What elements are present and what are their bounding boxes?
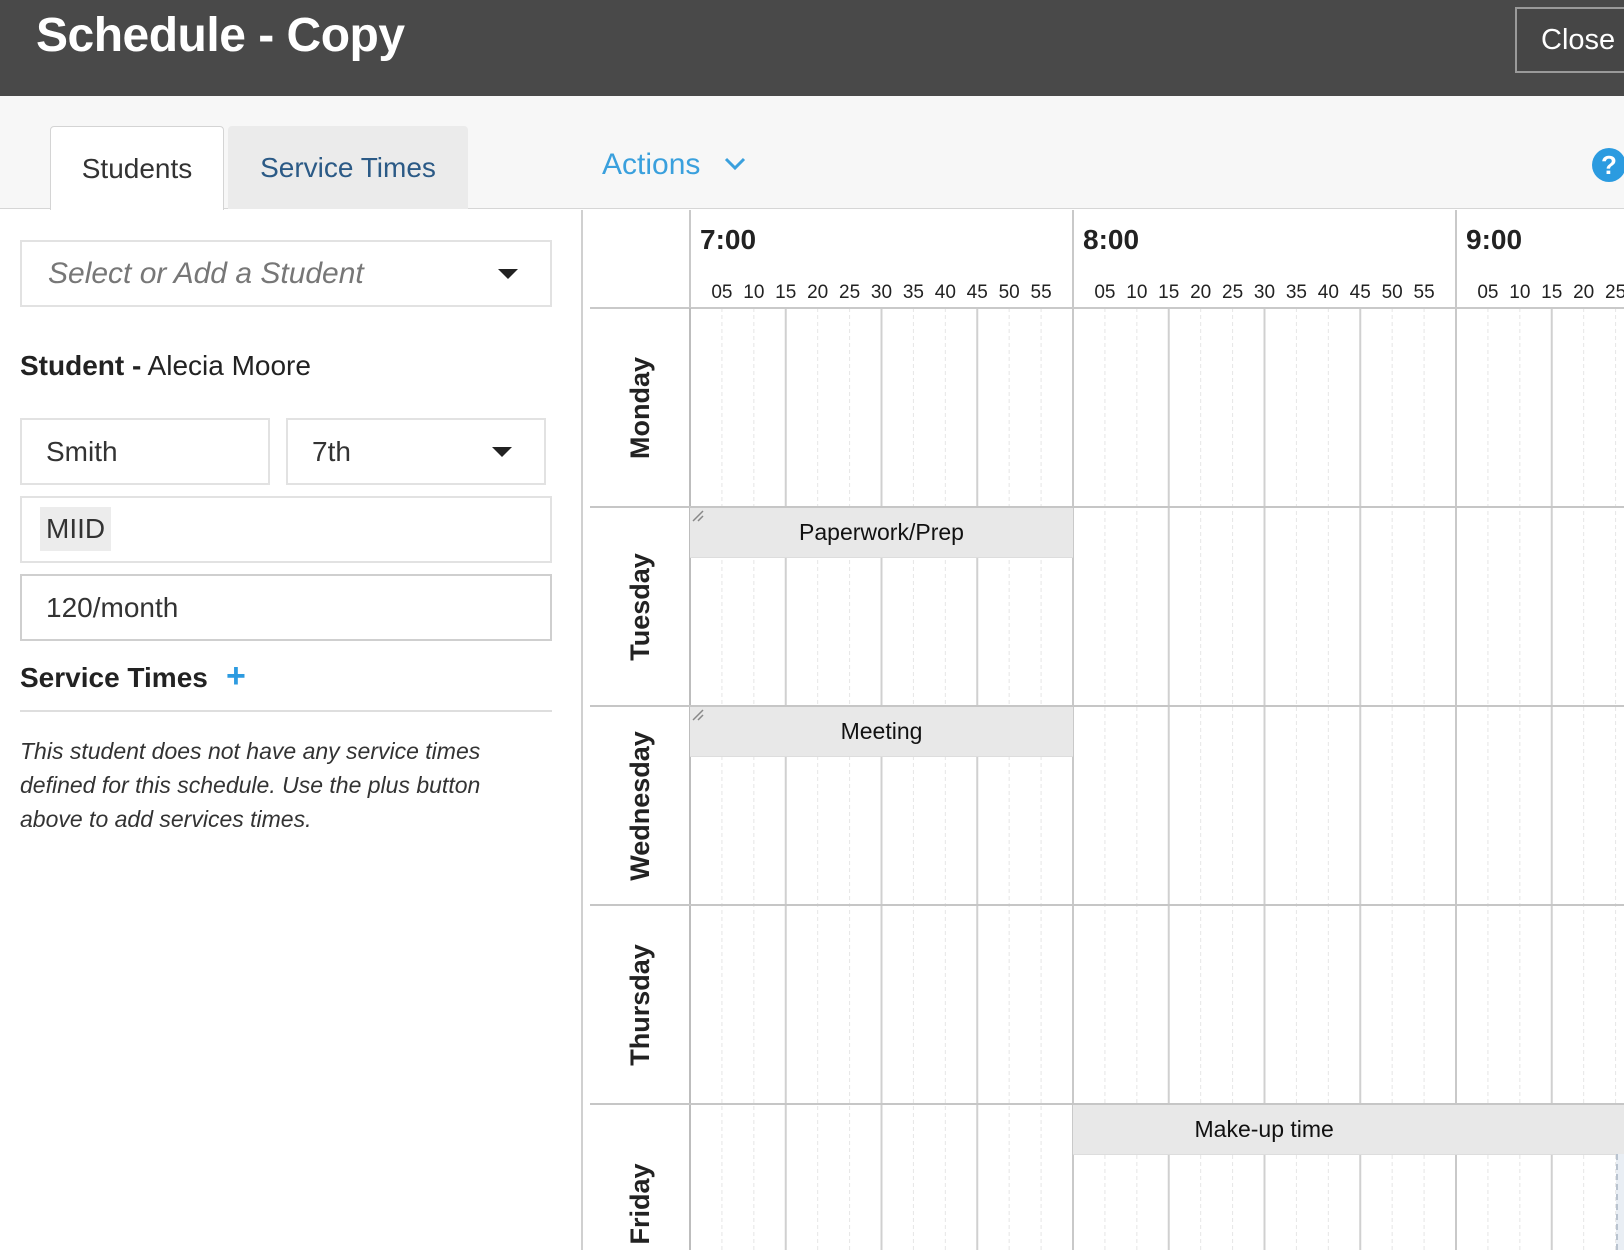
actions-menu[interactable]: Actions	[602, 148, 747, 182]
chevron-down-icon	[724, 158, 745, 171]
day-label-monday: Monday	[625, 356, 655, 459]
window-title: Schedule - Copy	[36, 9, 405, 62]
no-services-note: This student does not have any service t…	[20, 738, 481, 832]
minute-label: 50	[1381, 282, 1403, 303]
minute-label: 15	[1541, 282, 1563, 303]
event-label: Make-up time	[1194, 1116, 1334, 1142]
minute-label: 45	[966, 282, 988, 303]
close-button[interactable]: Close	[1515, 7, 1624, 73]
minute-label: 20	[1190, 282, 1212, 303]
title-bar: Schedule - Copy Close	[0, 0, 1624, 96]
minute-label: 25	[1222, 282, 1244, 303]
minute-label: 05	[1094, 282, 1116, 303]
minute-label: 10	[743, 282, 765, 303]
day-label-wednesday: Wednesday	[625, 730, 655, 881]
add-service-time-icon[interactable]: +	[226, 657, 246, 696]
student-panel: Select or Add a Student Student - Alecia…	[0, 210, 583, 1250]
minute-label: 25	[1605, 282, 1624, 303]
student-label: Student -	[20, 350, 142, 381]
selected-slot[interactable]	[1615, 1154, 1624, 1250]
minute-label: 55	[1030, 282, 1052, 303]
hour-label: 8:00	[1083, 224, 1140, 255]
minute-label: 50	[998, 282, 1020, 303]
hour-label: 9:00	[1466, 224, 1523, 255]
minute-label: 20	[1573, 282, 1595, 303]
actions-label: Actions	[602, 148, 701, 181]
day-label-thursday: Thursday	[625, 943, 655, 1066]
minute-label: 40	[1317, 282, 1339, 303]
last-name-field[interactable]: Smith	[20, 418, 270, 485]
schedule-grid: 7:00 05 10 15 20 25 30 35 40 45 50 55 8:00 05 10 15 20 25…	[585, 210, 1624, 1250]
day-label-friday: Friday	[625, 1162, 655, 1245]
grade-select[interactable]: 7th	[286, 418, 546, 485]
schedule-event[interactable]: Make-up time	[1073, 1105, 1624, 1155]
minute-label: 25	[839, 282, 861, 303]
tab-students[interactable]: Students	[50, 126, 224, 210]
minute-label: 55	[1413, 282, 1435, 303]
minute-label: 40	[934, 282, 956, 303]
category-chip: MIID	[40, 507, 112, 551]
frequency-field[interactable]: 120/month	[20, 574, 552, 641]
minute-label: 15	[775, 282, 797, 303]
schedule-event[interactable]: Meeting	[690, 707, 1073, 757]
resize-grip-icon[interactable]	[690, 707, 704, 721]
day-label-tuesday: Tuesday	[625, 552, 655, 661]
schedule-event[interactable]: Paperwork/Prep	[690, 508, 1073, 558]
tab-strip: Students Service Times Actions ?	[0, 96, 1624, 210]
student-heading: Student - Alecia Moore	[20, 350, 311, 382]
caret-down-icon	[498, 269, 518, 279]
category-field[interactable]: MIID	[20, 496, 552, 563]
caret-down-icon	[492, 447, 512, 457]
minute-label: 35	[1285, 282, 1307, 303]
event-label: Paperwork/Prep	[799, 519, 964, 545]
student-name: Alecia Moore	[147, 350, 311, 381]
minute-label: 35	[902, 282, 924, 303]
help-icon[interactable]: ?	[1592, 148, 1624, 182]
minute-label: 05	[1477, 282, 1499, 303]
student-select-placeholder: Select or Add a Student	[48, 257, 364, 290]
minute-label: 05	[711, 282, 733, 303]
minute-label: 10	[1509, 282, 1531, 303]
divider	[20, 710, 552, 712]
minute-label: 15	[1158, 282, 1180, 303]
minute-label: 30	[870, 282, 893, 303]
minute-label: 10	[1126, 282, 1148, 303]
event-label: Meeting	[840, 718, 923, 744]
minute-label: 30	[1253, 282, 1276, 303]
minute-label: 20	[807, 282, 829, 303]
service-times-heading: Service Times	[20, 662, 208, 693]
resize-grip-icon[interactable]	[690, 508, 704, 522]
tab-service-times[interactable]: Service Times	[228, 126, 468, 209]
minute-label: 45	[1349, 282, 1371, 303]
student-select[interactable]: Select or Add a Student	[20, 240, 552, 307]
grade-value: 7th	[312, 436, 351, 467]
hour-label: 7:00	[700, 224, 757, 255]
